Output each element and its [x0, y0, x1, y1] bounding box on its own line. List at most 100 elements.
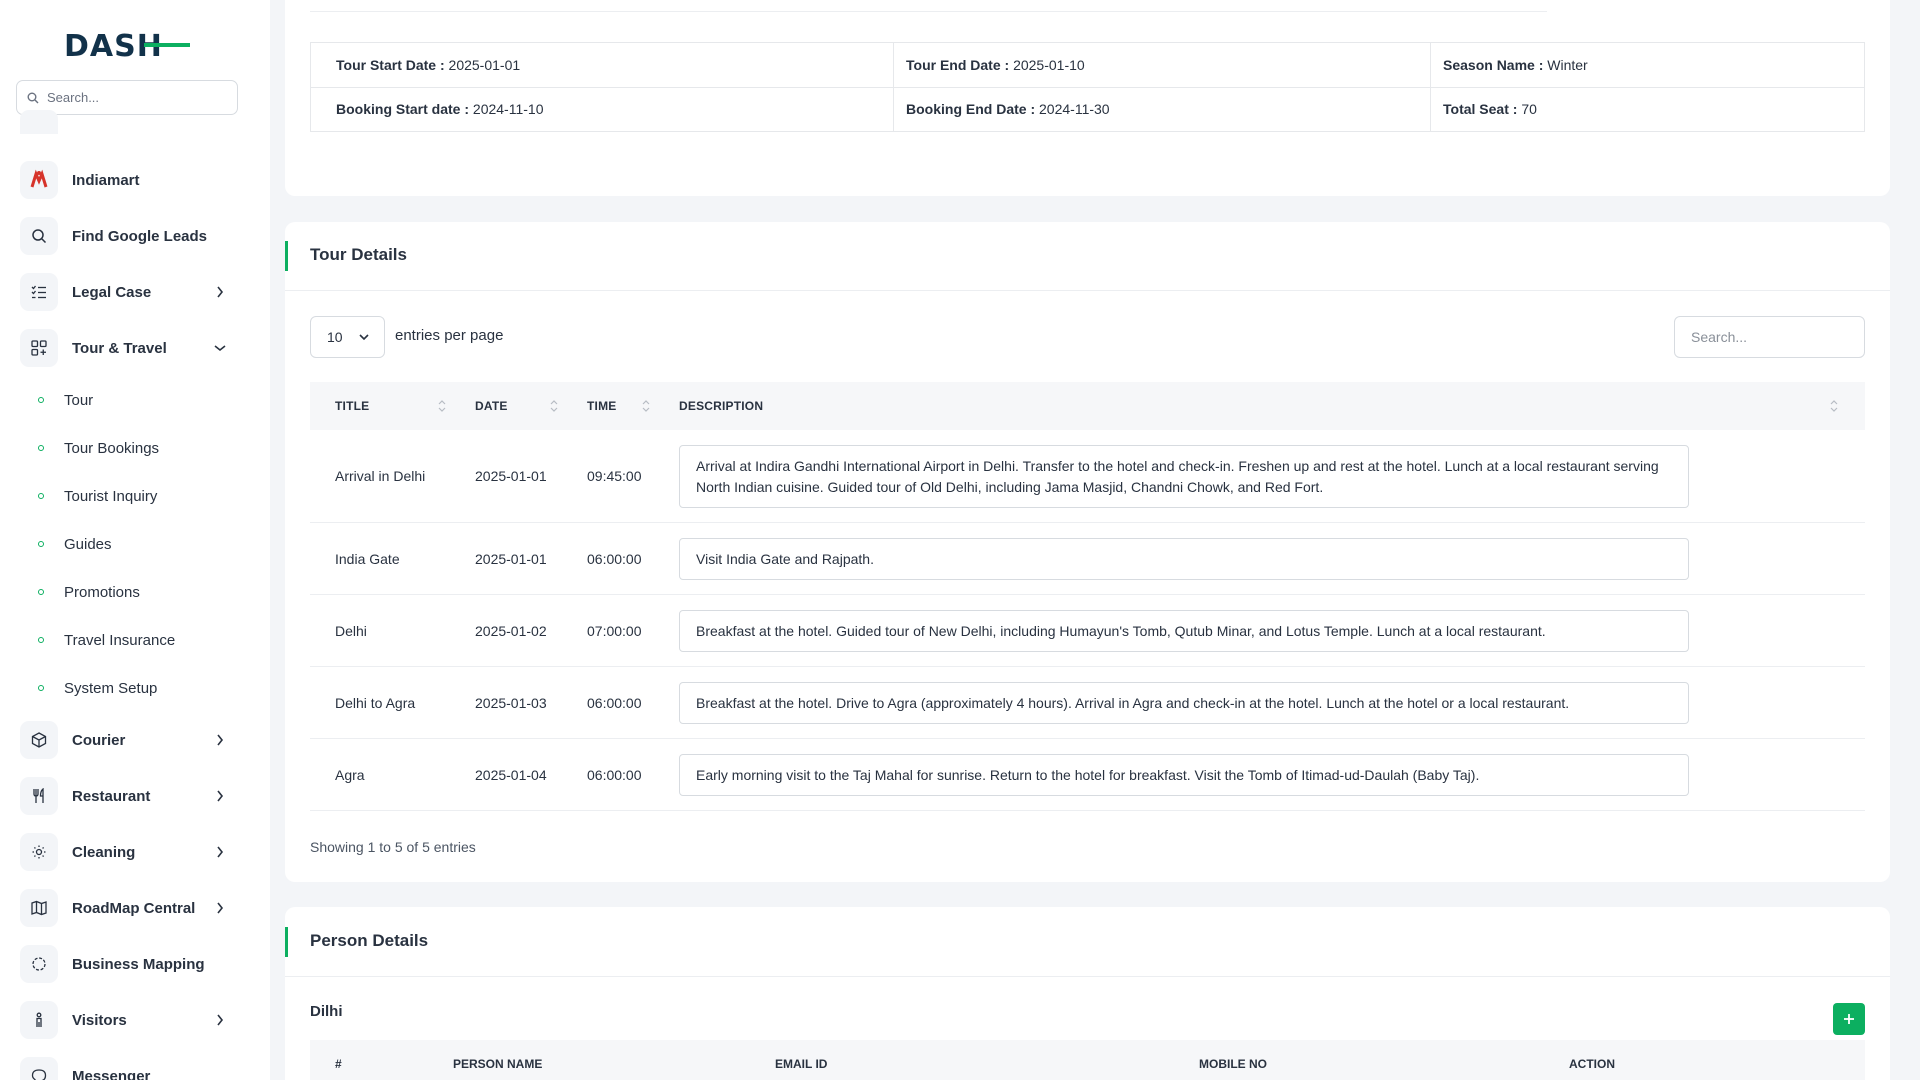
booking-start-label: Booking Start date : [336, 101, 470, 117]
column-header-date[interactable]: DATE [475, 399, 508, 413]
sidebar-subitem-promotions[interactable]: Promotions [38, 579, 140, 605]
sidebar-subitem-tour-bookings[interactable]: Tour Bookings [38, 435, 159, 461]
bullet-dot-icon [38, 445, 44, 451]
sidebar-subitem-tourist-inquiry[interactable]: Tourist Inquiry [38, 483, 157, 509]
table-info-text: Showing 1 to 5 of 5 entries [310, 839, 476, 855]
card-divider [310, 11, 1547, 12]
sidebar-item-tour-travel[interactable]: Tour & Travel [20, 326, 235, 370]
sidebar-item-indiamart[interactable]: Indiamart [20, 158, 235, 202]
add-person-button[interactable] [1833, 1003, 1865, 1035]
sidebar-item-label: Courier [72, 731, 126, 749]
entries-per-page-select[interactable]: 10 [310, 316, 385, 358]
map-icon [20, 889, 58, 927]
dash-logo[interactable]: DASH [64, 28, 192, 62]
sort-icon[interactable] [438, 398, 446, 414]
sidebar-item-label: Tour & Travel [72, 339, 167, 357]
column-header-title[interactable]: TITLE [335, 399, 369, 413]
column-header-mobile: MOBILE NO [1199, 1057, 1267, 1071]
cell-date: 2025-01-03 [475, 695, 547, 711]
chevron-down-icon [359, 334, 369, 341]
booking-end-value: 2024-11-30 [1039, 101, 1110, 117]
sub-item-label: Tourist Inquiry [64, 487, 158, 505]
column-header-person-name: PERSON NAME [453, 1057, 543, 1071]
sidebar-item-restaurant[interactable]: Restaurant [20, 774, 235, 818]
table-search-input[interactable] [1674, 316, 1865, 358]
chevron-right-icon [213, 1013, 227, 1027]
booking-start-value: 2024-11-10 [472, 101, 544, 117]
sort-icon[interactable] [642, 398, 650, 414]
list-check-icon [20, 273, 58, 311]
cell-time: 06:00:00 [587, 551, 642, 567]
booking-start-date: Booking Start date : 2024-11-10 [336, 101, 543, 117]
sidebar-item-label: RoadMap Central [72, 899, 196, 917]
grid-divider [311, 87, 1864, 88]
sidebar-item-label: Legal Case [72, 283, 152, 301]
season-label: Season Name : [1443, 57, 1544, 73]
column-header-action: ACTION [1569, 1057, 1615, 1071]
entries-per-page-label: entries per page [395, 327, 504, 344]
tour-end-value: 2025-01-10 [1013, 57, 1085, 73]
sidebar-search-input[interactable] [47, 90, 217, 105]
cell-title: Delhi [335, 623, 367, 639]
table-row: Arrival in Delhi 2025-01-01 09:45:00 Arr… [310, 430, 1865, 523]
sub-item-label: Promotions [64, 583, 140, 601]
sidebar-item-partial[interactable] [20, 108, 235, 134]
grid-plus-icon [20, 329, 58, 367]
column-header-email: EMAIL ID [775, 1057, 828, 1071]
sidebar-subitem-tour[interactable]: Tour [38, 387, 93, 413]
table-row: Agra 2025-01-04 06:00:00 Early morning v… [310, 739, 1865, 811]
sub-item-label: Guides [64, 535, 112, 553]
sidebar-subitem-guides[interactable]: Guides [38, 531, 112, 557]
season-name: Season Name : Winter [1443, 57, 1588, 73]
tour-start-label: Tour Start Date : [336, 57, 445, 73]
table-row: Delhi to Agra 2025-01-03 06:00:00 Breakf… [310, 667, 1865, 739]
cell-description[interactable]: Breakfast at the hotel. Guided tour of N… [679, 610, 1689, 652]
sidebar-item-label: Messenger [72, 1067, 151, 1080]
season-value: Winter [1547, 57, 1588, 73]
chevron-right-icon [213, 285, 227, 299]
cell-time: 06:00:00 [587, 695, 642, 711]
column-header-time[interactable]: TIME [587, 399, 616, 413]
cell-description[interactable]: Visit India Gate and Rajpath. [679, 538, 1689, 580]
sub-item-label: System Setup [64, 679, 158, 697]
total-seat-label: Total Seat : [1443, 101, 1518, 117]
cell-description[interactable]: Breakfast at the hotel. Drive to Agra (a… [679, 682, 1689, 724]
column-header-description[interactable]: DESCRIPTION [679, 399, 763, 413]
sidebar-subitem-system-setup[interactable]: System Setup [38, 675, 157, 701]
sidebar-item-cleaning[interactable]: Cleaning [20, 830, 235, 874]
chevron-down-icon [213, 341, 227, 355]
bullet-dot-icon [38, 637, 44, 643]
cell-description[interactable]: Early morning visit to the Taj Mahal for… [679, 754, 1689, 796]
menu-icon-partial [20, 110, 58, 134]
person-group-name: Dilhi [310, 1003, 343, 1020]
sidebar-item-courier[interactable]: Courier [20, 718, 235, 762]
sort-icon[interactable] [550, 398, 558, 414]
sidebar: DASH Indiamart Find Google Leads Legal C… [0, 0, 270, 1080]
sidebar-item-roadmap-central[interactable]: RoadMap Central [20, 886, 235, 930]
cell-date: 2025-01-01 [475, 468, 547, 484]
person-table-header: # PERSON NAME EMAIL ID MOBILE NO ACTION [310, 1040, 1865, 1080]
tour-info-grid: Tour Start Date : 2025-01-01 Tour End Da… [310, 42, 1865, 132]
sort-icon[interactable] [1830, 398, 1838, 414]
cell-time: 06:00:00 [587, 767, 642, 783]
sidebar-item-find-google-leads[interactable]: Find Google Leads [20, 214, 235, 258]
sidebar-subitem-travel-insurance[interactable]: Travel Insurance [38, 627, 175, 653]
sidebar-item-legal-case[interactable]: Legal Case [20, 270, 235, 314]
column-header-index: # [335, 1057, 342, 1071]
cell-title: Arrival in Delhi [335, 468, 426, 484]
sub-item-label: Tour Bookings [64, 439, 160, 457]
bullet-dot-icon [38, 493, 44, 499]
package-icon [20, 721, 58, 759]
tour-end-date: Tour End Date : 2025-01-10 [906, 57, 1085, 73]
cell-date: 2025-01-04 [475, 767, 547, 783]
circle-dashed-icon [20, 945, 58, 983]
cell-title: India Gate [335, 551, 400, 567]
sidebar-item-messenger[interactable]: Messenger [20, 1054, 235, 1080]
card-accent-bar [285, 241, 288, 271]
sidebar-item-business-mapping[interactable]: Business Mapping [20, 942, 235, 986]
sidebar-item-label: Visitors [72, 1011, 127, 1029]
entries-value: 10 [327, 329, 343, 345]
sidebar-item-visitors[interactable]: Visitors [20, 998, 235, 1042]
sub-item-label: Tour [64, 391, 94, 409]
cell-description[interactable]: Arrival at Indira Gandhi International A… [679, 445, 1689, 508]
